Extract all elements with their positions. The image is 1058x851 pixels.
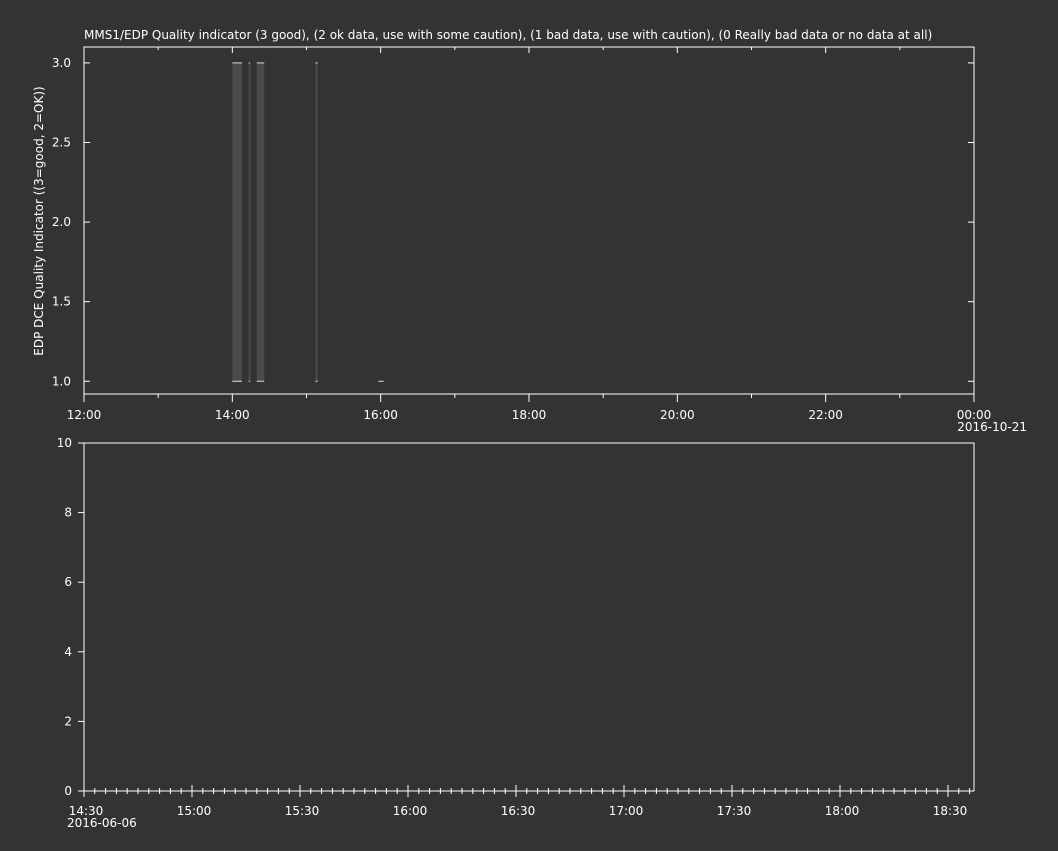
x-tick-label: 20:00 [660, 408, 695, 422]
y-tick-label: 2.5 [52, 136, 71, 150]
data-series [232, 62, 384, 382]
x-tick-label: 18:00 [512, 408, 547, 422]
x-tick-label: 15:00 [177, 804, 212, 818]
x-tick-label: 17:00 [609, 804, 644, 818]
x-tick-label: 18:30 [933, 804, 968, 818]
y-tick-label: 1.0 [52, 374, 71, 388]
x-axis: 12:00 14:00 16:00 18:00 20:00 22:00 00:00 [67, 47, 991, 422]
x-axis-date-label: 2016-06-06 [67, 816, 137, 830]
x-tick-label: 16:00 [393, 804, 428, 818]
plot-frame [83, 442, 975, 792]
y-tick-label: 2 [64, 714, 72, 728]
data-bar [232, 62, 242, 382]
x-tick-label: 22:00 [808, 408, 843, 422]
y-tick-label: 4 [64, 645, 72, 659]
y-tick-label: 2.0 [52, 215, 71, 229]
panel-quality-indicator: MMS1/EDP Quality indicator (3 good), (2 … [32, 28, 1027, 434]
plot-frame [83, 46, 975, 395]
chart-root: MMS1/EDP Quality indicator (3 good), (2 … [32, 28, 1027, 830]
y-axis-label: EDP DCE Quality Indicator ((3=good, 2=OK… [32, 86, 46, 355]
x-tick-label: 16:30 [501, 804, 536, 818]
y-tick-label: 3.0 [52, 56, 71, 70]
x-tick-label: 18:00 [825, 804, 860, 818]
x-tick-label: 16:00 [363, 408, 398, 422]
y-tick-label: 0 [64, 784, 72, 798]
x-axis: 14:30 15:00 15:30 16:00 16:30 17:00 17:30 18:00… [69, 785, 971, 818]
y-axis: 0 2 4 6 8 10 [57, 436, 84, 798]
x-tick-label: 17:30 [717, 804, 752, 818]
y-tick-label: 1.5 [52, 295, 71, 309]
data-bar [256, 62, 265, 382]
x-tick-label: 14:00 [215, 408, 250, 422]
chart-title: MMS1/EDP Quality indicator (3 good), (2 … [84, 28, 932, 42]
panel-empty: 0246810 14:30 15:00 15:30 16:00 16:30 17:00 17… [57, 436, 975, 830]
y-tick-label: 8 [64, 506, 72, 520]
x-tick-label: 12:00 [67, 408, 102, 422]
y-tick-label: 10 [57, 436, 72, 450]
x-axis-date-label: 2016-10-21 [957, 420, 1027, 434]
data-bar [248, 62, 251, 382]
x-tick-label: 15:30 [285, 804, 320, 818]
data-bar [315, 62, 318, 382]
y-axis: 1.0 1.5 2.0 2.5 3.0 [52, 56, 974, 388]
y-tick-label: 6 [64, 575, 72, 589]
